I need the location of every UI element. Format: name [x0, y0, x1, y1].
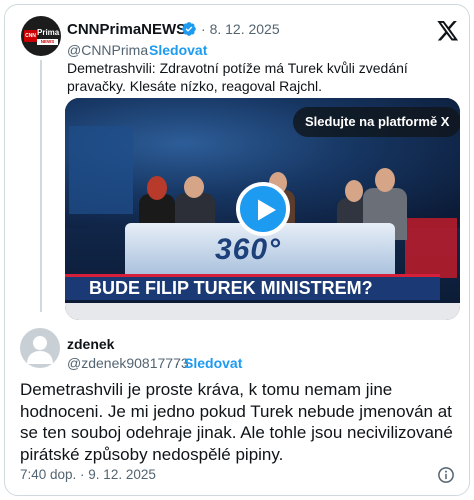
info-icon[interactable] [437, 466, 455, 484]
person-4-head [345, 180, 363, 202]
studio-screen-left [69, 126, 133, 214]
studio-screen-right [405, 218, 457, 278]
video-caption: BUDE FILIP TUREK MINISTREM? [89, 278, 373, 298]
thread-line [40, 60, 42, 312]
cnnprima-avatar[interactable]: CNN Prima NEWS [21, 16, 61, 56]
verified-badge-icon [182, 22, 196, 36]
watch-on-x-badge[interactable]: Sledujte na platformě X [293, 107, 460, 137]
reply-account-name[interactable]: zdenek [67, 336, 114, 352]
reply-handle-separator: · [175, 355, 180, 371]
default-avatar-icon [27, 336, 53, 364]
zdenek-avatar[interactable] [20, 328, 60, 368]
quoted-tweet-text: Demetrashvili: Zdravotní potíže má Turek… [67, 60, 408, 94]
play-icon [258, 199, 276, 221]
handle-separator: · [140, 42, 145, 58]
date-text: 8. 12. 2025 [209, 21, 280, 37]
x-logo-icon[interactable] [437, 21, 459, 41]
reply-timestamp[interactable]: 7:40 dop. · 9. 12. 2025 [20, 467, 156, 482]
quoted-handle[interactable]: @CNNPrima [67, 42, 148, 58]
person-2-head [184, 176, 204, 198]
avatar-brand-news: NEWS [37, 39, 58, 45]
follow-button-cnnprima[interactable]: Sledovat [149, 42, 207, 58]
lower-strip [65, 303, 460, 320]
reply-handle[interactable]: @zdenek90817773 [67, 355, 189, 371]
date-separator: · [201, 21, 206, 37]
avatar-brand-cnn: CNN [24, 30, 37, 42]
lower-third-banner: BUDE FILIP TUREK MINISTREM? [65, 274, 440, 300]
quoted-account-name[interactable]: CNNPrimaNEWS [67, 21, 186, 38]
person-1-head [147, 176, 167, 200]
embedded-tweet-card[interactable]: CNN Prima NEWS CNNPrimaNEWS · 8. 12. 202… [4, 4, 470, 496]
avatar-brand-prima: Prima [37, 28, 60, 37]
quoted-date[interactable]: · 8. 12. 2025 [201, 21, 280, 37]
reply-tweet-text: Demetrashvili je proste kráva, k tomu ne… [20, 380, 453, 464]
video-thumbnail[interactable]: 360° BUDE FILIP TUREK MINISTREM? Sledujt… [65, 98, 460, 320]
follow-button-zdenek[interactable]: Sledovat [184, 355, 242, 371]
person-5-head [375, 168, 395, 192]
play-button[interactable] [236, 182, 290, 236]
show-logo: 360° [215, 233, 282, 266]
